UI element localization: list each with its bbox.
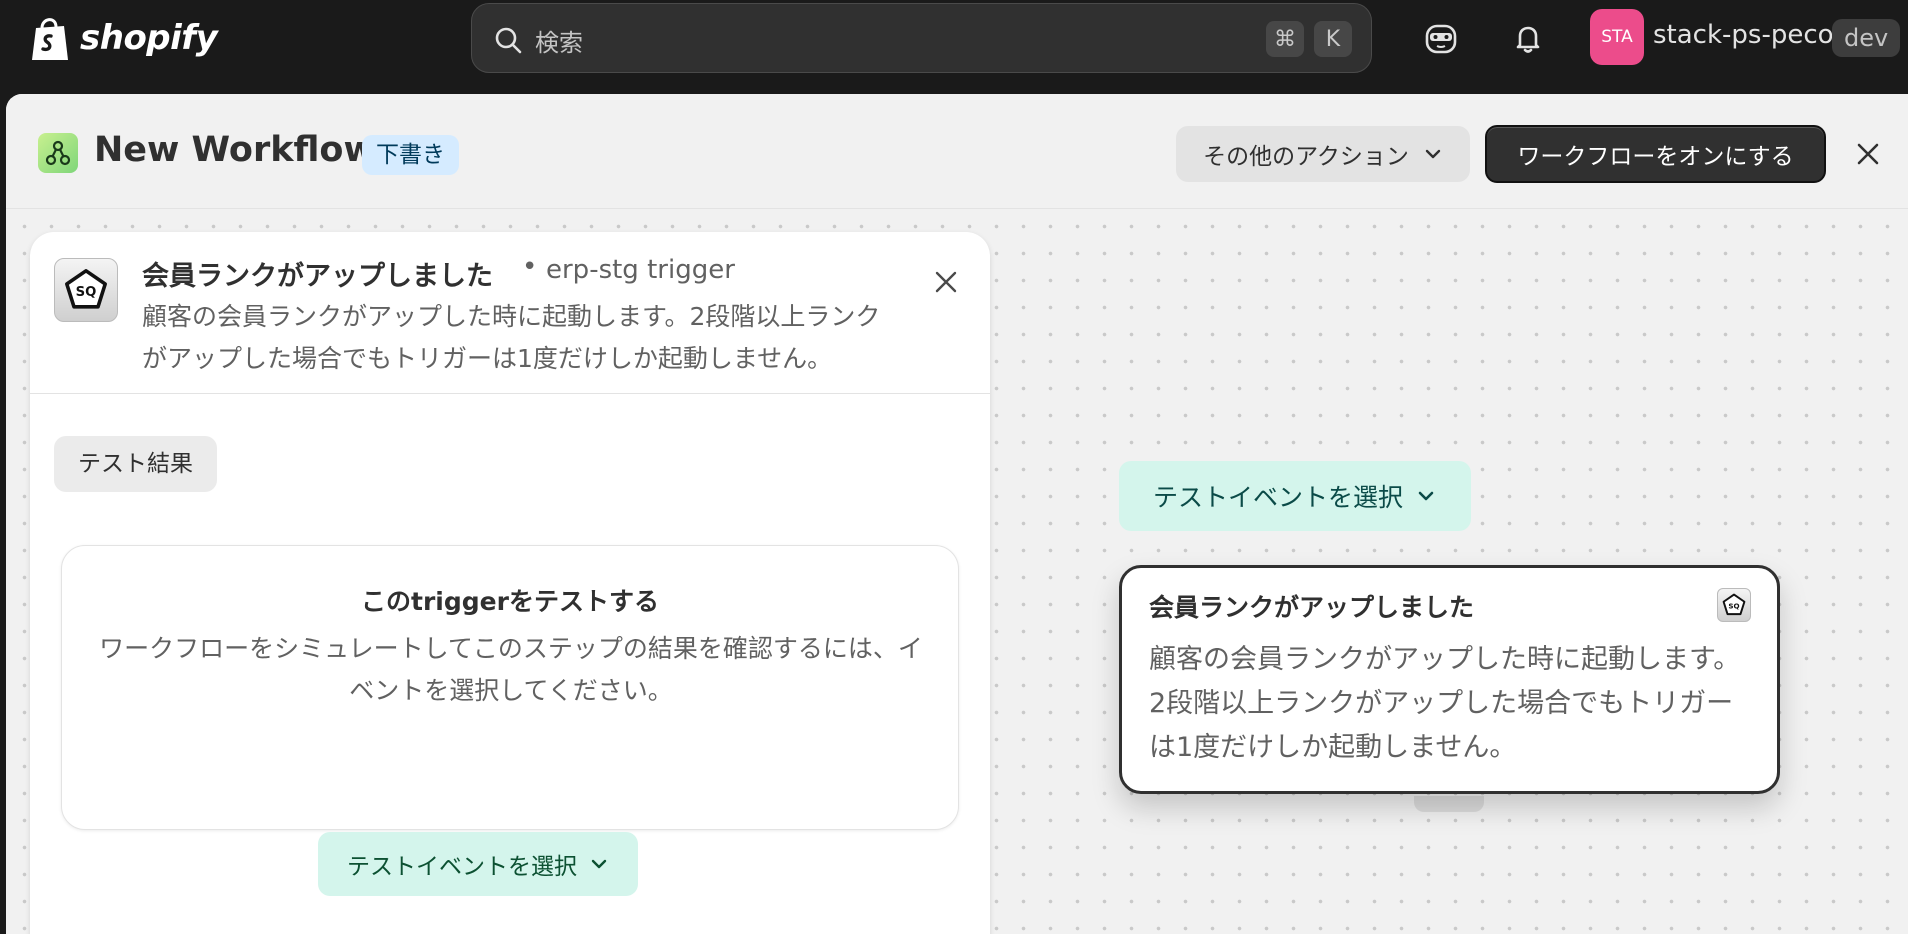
top-bar: shopify 検索 ⌘ K STA stack-ps-peco dev xyxy=(0,0,1908,94)
select-test-event-label: テストイベントを選択 xyxy=(347,854,577,880)
turn-on-workflow-button[interactable]: ワークフローをオンにする xyxy=(1485,125,1826,183)
shortcut-cmd-key: ⌘ xyxy=(1266,21,1304,57)
sq-app-icon: SQ xyxy=(54,258,118,322)
shopify-logo[interactable]: shopify xyxy=(28,14,218,62)
test-trigger-card: このtriggerをテストする ワークフローをシミュレートしてこのステップの結果… xyxy=(61,545,959,830)
sq-app-icon: SQ xyxy=(1717,588,1751,622)
workflow-icon xyxy=(45,140,71,166)
trigger-node-title: 会員ランクがアップしました xyxy=(1149,593,1475,622)
flow-app-icon xyxy=(38,133,78,173)
shortcut-k-key: K xyxy=(1314,21,1352,57)
search-icon xyxy=(495,27,522,54)
trigger-details-panel: SQ 会員ランクがアップしました • erp-stg trigger 顧客の会員… xyxy=(30,232,990,934)
workflow-editor: New Workflow 下書き その他のアクション ワークフローをオンにする … xyxy=(6,94,1908,934)
brand-wordmark: shopify xyxy=(80,18,218,58)
sidekick-button[interactable] xyxy=(1421,18,1461,58)
close-icon xyxy=(935,271,957,293)
trigger-node[interactable]: 会員ランクがアップしました SQ 顧客の会員ランクがアップした時に起動します。2… xyxy=(1119,565,1780,794)
tab-test-results[interactable]: テスト結果 xyxy=(54,436,217,492)
search-bar[interactable]: 検索 ⌘ K xyxy=(471,3,1372,73)
title-separator: • xyxy=(522,252,538,282)
more-actions-button[interactable]: その他のアクション xyxy=(1176,126,1470,182)
svg-text:SQ: SQ xyxy=(1728,601,1739,610)
close-editor-button[interactable] xyxy=(1848,134,1888,174)
sq-logo-icon: SQ xyxy=(1722,593,1746,616)
close-panel-button[interactable] xyxy=(926,262,966,302)
panel-subtitle: erp-stg trigger xyxy=(546,255,735,285)
search-input[interactable]: 検索 xyxy=(535,23,583,58)
status-badge: 下書き xyxy=(362,135,459,175)
panel-title: 会員ランクがアップしました xyxy=(142,261,493,292)
store-env-badge: dev xyxy=(1832,19,1901,57)
bell-icon xyxy=(1516,26,1540,53)
node-connector-handle[interactable] xyxy=(1414,796,1484,812)
select-test-event-button[interactable]: テストイベントを選択 xyxy=(318,832,638,896)
chevron-down-icon xyxy=(1425,149,1441,159)
canvas-select-test-event-button[interactable]: テストイベントを選択 xyxy=(1119,461,1471,531)
notifications-button[interactable] xyxy=(1508,18,1548,58)
panel-description: 顧客の会員ランクがアップした時に起動します。2段階以上ランクがアップした場合でも… xyxy=(142,302,881,373)
canvas-select-test-event-label: テストイベントを選択 xyxy=(1152,483,1403,512)
trigger-node-description: 顧客の会員ランクがアップした時に起動します。2段階以上ランクがアップした場合でも… xyxy=(1149,644,1741,763)
panel-header: SQ 会員ランクがアップしました • erp-stg trigger 顧客の会員… xyxy=(30,232,990,394)
chevron-down-icon xyxy=(1418,491,1434,501)
store-name[interactable]: stack-ps-peco xyxy=(1653,20,1834,50)
shopify-bag-icon xyxy=(32,18,68,60)
test-card-description: ワークフローをシミュレートしてこのステップの結果を確認するには、イベントを選択し… xyxy=(99,634,923,705)
sidekick-icon xyxy=(1425,24,1457,54)
page-title: New Workflow xyxy=(94,130,376,170)
editor-header: New Workflow 下書き その他のアクション ワークフローをオンにする xyxy=(6,94,1908,209)
test-card-title: このtriggerをテストする xyxy=(361,587,659,616)
close-icon xyxy=(1857,143,1879,165)
chevron-down-icon xyxy=(591,859,607,869)
more-actions-label: その他のアクション xyxy=(1203,144,1409,170)
store-avatar[interactable]: STA xyxy=(1590,9,1644,65)
sq-logo-icon: SQ xyxy=(65,269,107,309)
svg-text:SQ: SQ xyxy=(76,285,97,300)
